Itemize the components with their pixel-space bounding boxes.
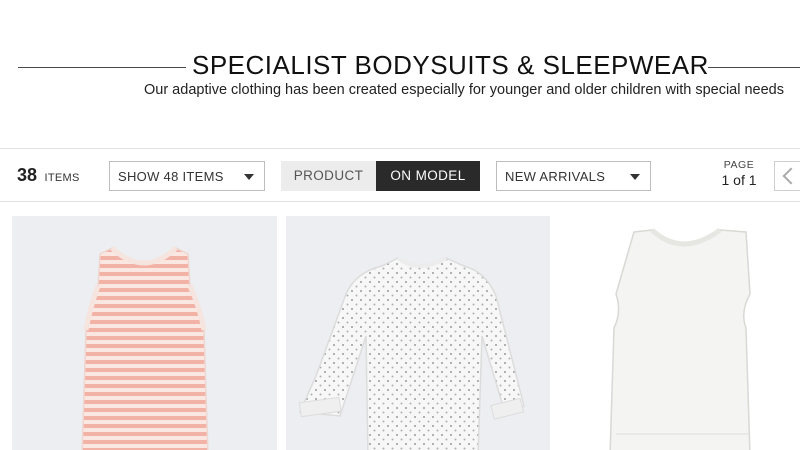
sort-value: NEW ARRIVALS (505, 169, 606, 184)
view-on-model-button[interactable]: ON MODEL (376, 161, 480, 191)
items-per-page-value: SHOW 48 ITEMS (118, 169, 224, 184)
product-image-pink-striped-vest (81, 246, 209, 450)
previous-page-button[interactable] (774, 161, 800, 191)
view-product-button[interactable]: PRODUCT (281, 161, 376, 191)
title-rule-right (708, 67, 800, 68)
caret-down-icon (630, 174, 640, 180)
pagination-value: 1 of 1 (721, 172, 757, 188)
caret-down-icon (244, 174, 254, 180)
product-image-white-spotted-longsleeve (298, 256, 525, 450)
product-card[interactable] (12, 216, 277, 450)
page-header: SPECIALIST BODYSUITS & SLEEPWEAR Our ada… (0, 0, 800, 110)
product-image-white-vest (609, 227, 751, 450)
title-rule-left (18, 67, 186, 68)
sort-select[interactable]: NEW ARRIVALS (496, 161, 651, 191)
pagination-label: PAGE (723, 159, 755, 171)
item-count-label: ITEMS (44, 172, 80, 184)
pagination-info: PAGE 1 of 1 (712, 159, 766, 188)
items-per-page-select[interactable]: SHOW 48 ITEMS (109, 161, 265, 191)
product-card[interactable] (286, 216, 550, 450)
page-subtitle: Our adaptive clothing has been created e… (143, 82, 784, 98)
item-count-number: 38 (17, 165, 38, 185)
item-count: 38 ITEMS (17, 165, 80, 186)
page-title: SPECIALIST BODYSUITS & SLEEPWEAR (192, 50, 709, 80)
product-grid (0, 216, 800, 450)
product-card[interactable] (560, 216, 800, 450)
listing-toolbar: 38 ITEMS SHOW 48 ITEMS PRODUCT ON MODEL … (0, 148, 800, 202)
view-toggle: PRODUCT ON MODEL (281, 161, 480, 191)
chevron-left-icon (782, 167, 800, 185)
title-row: SPECIALIST BODYSUITS & SLEEPWEAR (18, 50, 800, 84)
